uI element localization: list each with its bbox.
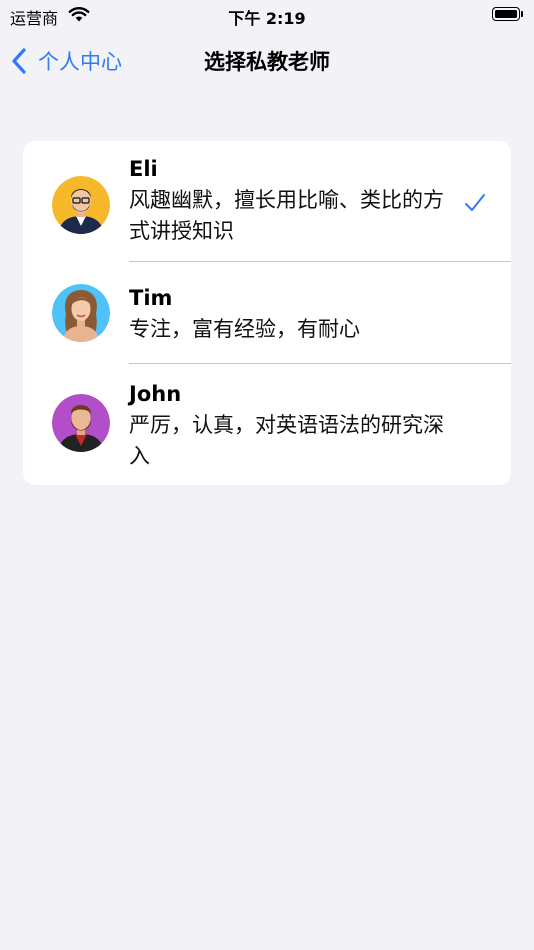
battery-cap: [521, 11, 523, 17]
avatar-john: [52, 394, 110, 452]
avatar-john-icon: [52, 394, 110, 452]
avatar-eli: [52, 176, 110, 234]
teacher-description: 严厉，认真，对英语语法的研究深入: [129, 413, 444, 468]
teacher-description: 专注，富有经验，有耐心: [129, 317, 360, 341]
teacher-name: Tim: [129, 286, 173, 310]
avatar-eli-icon: [52, 176, 110, 234]
checkmark-icon: [465, 194, 485, 211]
teacher-list: Eli 风趣幽默，擅长用比喻、类比的方式讲授知识 Tim 专注，富有经验，有耐心: [23, 141, 511, 485]
page-title: 选择私教老师: [204, 50, 330, 74]
teacher-row-tim[interactable]: Tim 专注，富有经验，有耐心: [23, 262, 511, 364]
teacher-row-john[interactable]: John 严厉，认真，对英语语法的研究深入: [23, 364, 511, 485]
teacher-name: Eli: [129, 157, 158, 181]
teacher-name: John: [129, 382, 182, 406]
teacher-description: 风趣幽默，擅长用比喻、类比的方式讲授知识: [129, 188, 444, 243]
avatar-tim-icon: [52, 284, 110, 342]
teacher-row-eli[interactable]: Eli 风趣幽默，擅长用比喻、类比的方式讲授知识: [23, 141, 511, 262]
avatar-tim: [52, 284, 110, 342]
navigation-bar: 个人中心 选择私教老师: [0, 30, 534, 92]
battery-icon: [492, 7, 520, 21]
status-time: 下午 2:19: [228, 9, 306, 28]
status-bar: 运营商 下午 2:19: [0, 0, 534, 30]
